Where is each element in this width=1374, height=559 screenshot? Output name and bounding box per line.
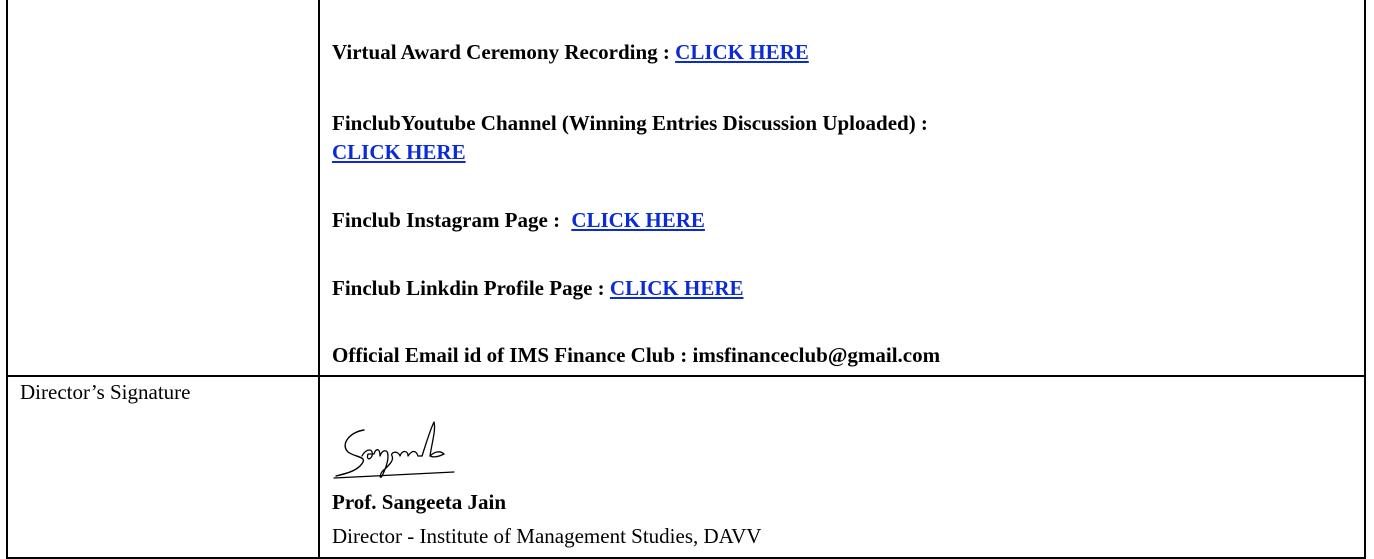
instagram-line: Finclub Instagram Page : CLICK HERE — [332, 208, 705, 233]
recording-label: Virtual Award Ceremony Recording : — [332, 40, 676, 64]
signature-row-label: Director’s Signature — [20, 380, 191, 404]
director-name: Prof. Sangeeta Jain — [332, 490, 507, 514]
table-border-middle — [318, 0, 320, 559]
recording-link[interactable]: CLICK HERE — [675, 40, 809, 64]
table-border-left — [6, 0, 8, 559]
youtube-link[interactable]: CLICK HERE — [332, 140, 466, 164]
document-table: Virtual Award Ceremony Recording : CLICK… — [0, 0, 1374, 559]
youtube-link-line: CLICK HERE — [332, 140, 466, 165]
director-designation: Director - Institute of Management Studi… — [332, 524, 762, 548]
row-divider — [6, 375, 1366, 377]
recording-line: Virtual Award Ceremony Recording : CLICK… — [332, 40, 809, 65]
instagram-label: Finclub Instagram Page : — [332, 208, 566, 232]
youtube-label: FinclubYoutube Channel (Winning Entries … — [332, 111, 928, 135]
linkedin-line: Finclub Linkdin Profile Page : CLICK HER… — [332, 276, 744, 301]
youtube-line: FinclubYoutube Channel (Winning Entries … — [332, 111, 928, 136]
email-label: Official Email id of IMS Finance Club : … — [332, 343, 941, 367]
linkedin-label: Finclub Linkdin Profile Page : — [332, 276, 610, 300]
handwritten-signature — [333, 421, 455, 479]
linkedin-link[interactable]: CLICK HERE — [610, 276, 744, 300]
table-border-right — [1364, 0, 1366, 559]
instagram-link[interactable]: CLICK HERE — [571, 208, 705, 232]
email-line: Official Email id of IMS Finance Club : … — [332, 343, 940, 368]
